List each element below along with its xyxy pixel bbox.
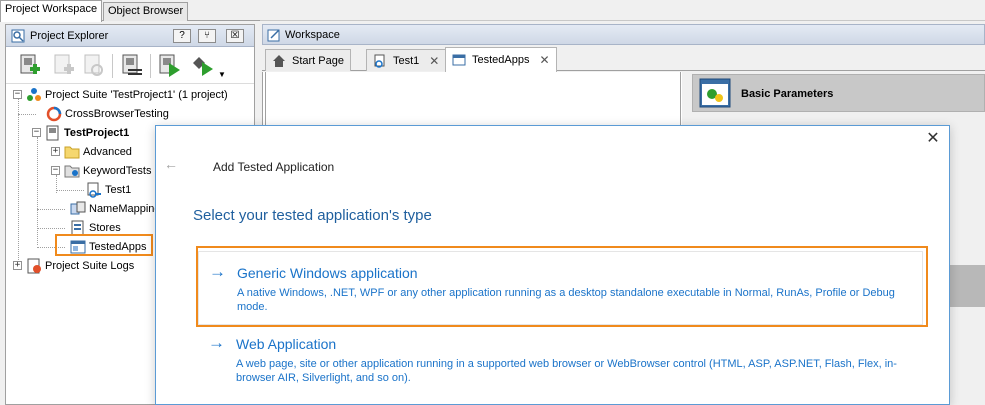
tree-connector bbox=[37, 209, 65, 210]
tree-item-testproject1[interactable]: − TestProject1 bbox=[32, 123, 129, 142]
chevron-down-icon[interactable]: ▼ bbox=[218, 70, 226, 79]
dialog-title: Add Tested Application bbox=[213, 160, 335, 174]
close-tab-icon[interactable]: ✕ bbox=[429, 54, 439, 68]
project-explorer-icon bbox=[11, 29, 25, 43]
tree-item-crossbrowsertesting[interactable]: CrossBrowserTesting bbox=[46, 104, 169, 123]
tree-item-label: Project Suite 'TestProject1' (1 project) bbox=[45, 88, 228, 101]
tree-connector bbox=[56, 190, 84, 191]
basic-parameters-bar[interactable]: Basic Parameters bbox=[692, 74, 985, 112]
tab-project-workspace[interactable]: Project Workspace bbox=[0, 0, 103, 22]
tab-label: Start Page bbox=[292, 54, 344, 67]
close-panel-button[interactable]: ☒ bbox=[226, 29, 244, 43]
tree-item-label: NameMapping bbox=[89, 202, 161, 215]
project-explorer-header: Project Explorer ? ⑂ ☒ bbox=[6, 25, 254, 47]
add-new-item-icon[interactable] bbox=[16, 53, 42, 79]
dialog-heading: Select your tested application's type bbox=[193, 207, 432, 224]
tree-item-label: Test1 bbox=[105, 183, 132, 196]
basic-parameters-icon bbox=[699, 78, 731, 108]
testedapps-highlight bbox=[55, 234, 153, 256]
tree-item-label: Project Suite Logs bbox=[45, 259, 135, 272]
basic-parameters-title: Basic Parameters bbox=[741, 88, 834, 100]
pin-button[interactable]: ⑂ bbox=[198, 29, 216, 43]
tab-object-browser[interactable]: Object Browser bbox=[103, 2, 189, 21]
workspace-title: Workspace bbox=[285, 29, 340, 41]
toolbar-separator bbox=[112, 54, 113, 78]
tree-item-label: TestProject1 bbox=[64, 126, 130, 139]
workspace-tab-bar: Start Page Test1 ✕ TestedApps ✕ bbox=[262, 46, 985, 72]
toolbar-separator bbox=[150, 54, 151, 78]
option-title: Web Application bbox=[236, 336, 337, 352]
collapse-icon[interactable]: − bbox=[51, 166, 60, 175]
crossbrowsertesting-icon bbox=[46, 106, 62, 121]
tree-item-project-suite-logs[interactable]: + Project Suite Logs bbox=[13, 256, 134, 275]
home-icon bbox=[273, 54, 285, 67]
collapse-icon[interactable]: − bbox=[13, 90, 22, 99]
workspace-header: Workspace bbox=[262, 24, 985, 45]
keyword-test-icon bbox=[374, 54, 385, 68]
run-selected-icon[interactable] bbox=[190, 53, 216, 79]
tree-item-label: Advanced bbox=[83, 145, 132, 158]
tree-connector bbox=[37, 228, 65, 229]
tested-apps-icon bbox=[452, 54, 466, 66]
option-web-application[interactable]: → Web Application A web page, site or ot… bbox=[198, 323, 923, 397]
tree-item-namemapping[interactable]: NameMapping bbox=[70, 199, 161, 218]
tree-connector bbox=[18, 114, 36, 115]
project-explorer-title: Project Explorer bbox=[30, 30, 109, 42]
collapse-icon[interactable]: − bbox=[32, 128, 41, 137]
tree-item-label: KeywordTests bbox=[83, 164, 152, 177]
tab-testedapps[interactable]: TestedApps ✕ bbox=[445, 47, 557, 72]
folder-icon bbox=[64, 146, 80, 158]
background-strip bbox=[945, 265, 985, 307]
tree-item-keywordtests[interactable]: − KeywordTests bbox=[51, 161, 151, 180]
tree-item-advanced[interactable]: + Advanced bbox=[51, 142, 132, 161]
option-description: A web page, site or other application ru… bbox=[236, 358, 897, 384]
close-tab-icon[interactable]: ✕ bbox=[539, 53, 549, 67]
run-project-icon[interactable] bbox=[156, 53, 182, 79]
top-strip bbox=[260, 0, 985, 21]
help-button[interactable]: ? bbox=[173, 29, 191, 43]
generic-windows-highlight bbox=[196, 246, 928, 327]
tree-item-test1[interactable]: Test1 bbox=[86, 180, 131, 199]
tab-label: TestedApps bbox=[472, 54, 530, 66]
explorer-toolbar: ▼ bbox=[6, 48, 254, 84]
logs-icon bbox=[27, 258, 41, 273]
name-mapping-icon bbox=[70, 201, 86, 214]
tab-label: Test1 bbox=[393, 54, 420, 67]
properties-icon[interactable] bbox=[118, 53, 144, 79]
close-icon[interactable]: ✕ bbox=[923, 130, 943, 150]
project-suite-icon bbox=[27, 87, 41, 101]
workspace-icon bbox=[267, 29, 280, 42]
keyword-tests-folder-icon bbox=[64, 165, 80, 177]
tree-item-label: Stores bbox=[89, 221, 121, 234]
tree-item-label: CrossBrowserTesting bbox=[65, 107, 169, 120]
remove-item-icon[interactable] bbox=[80, 53, 106, 79]
top-tab-bar: Project Workspace Object Browser bbox=[0, 0, 260, 22]
back-arrow-icon[interactable]: ← bbox=[164, 156, 178, 172]
project-icon bbox=[46, 125, 59, 140]
expand-icon[interactable]: + bbox=[13, 261, 22, 270]
tab-test1[interactable]: Test1 ✕ bbox=[366, 49, 447, 71]
tree-connector bbox=[18, 99, 19, 264]
add-existing-item-icon[interactable] bbox=[50, 53, 76, 79]
arrow-right-icon: → bbox=[208, 333, 225, 352]
keyword-test-icon bbox=[87, 182, 101, 198]
tree-item-project-suite[interactable]: − Project Suite 'TestProject1' (1 projec… bbox=[13, 85, 228, 104]
expand-icon[interactable]: + bbox=[51, 147, 60, 156]
tab-start-page[interactable]: Start Page bbox=[265, 49, 351, 71]
